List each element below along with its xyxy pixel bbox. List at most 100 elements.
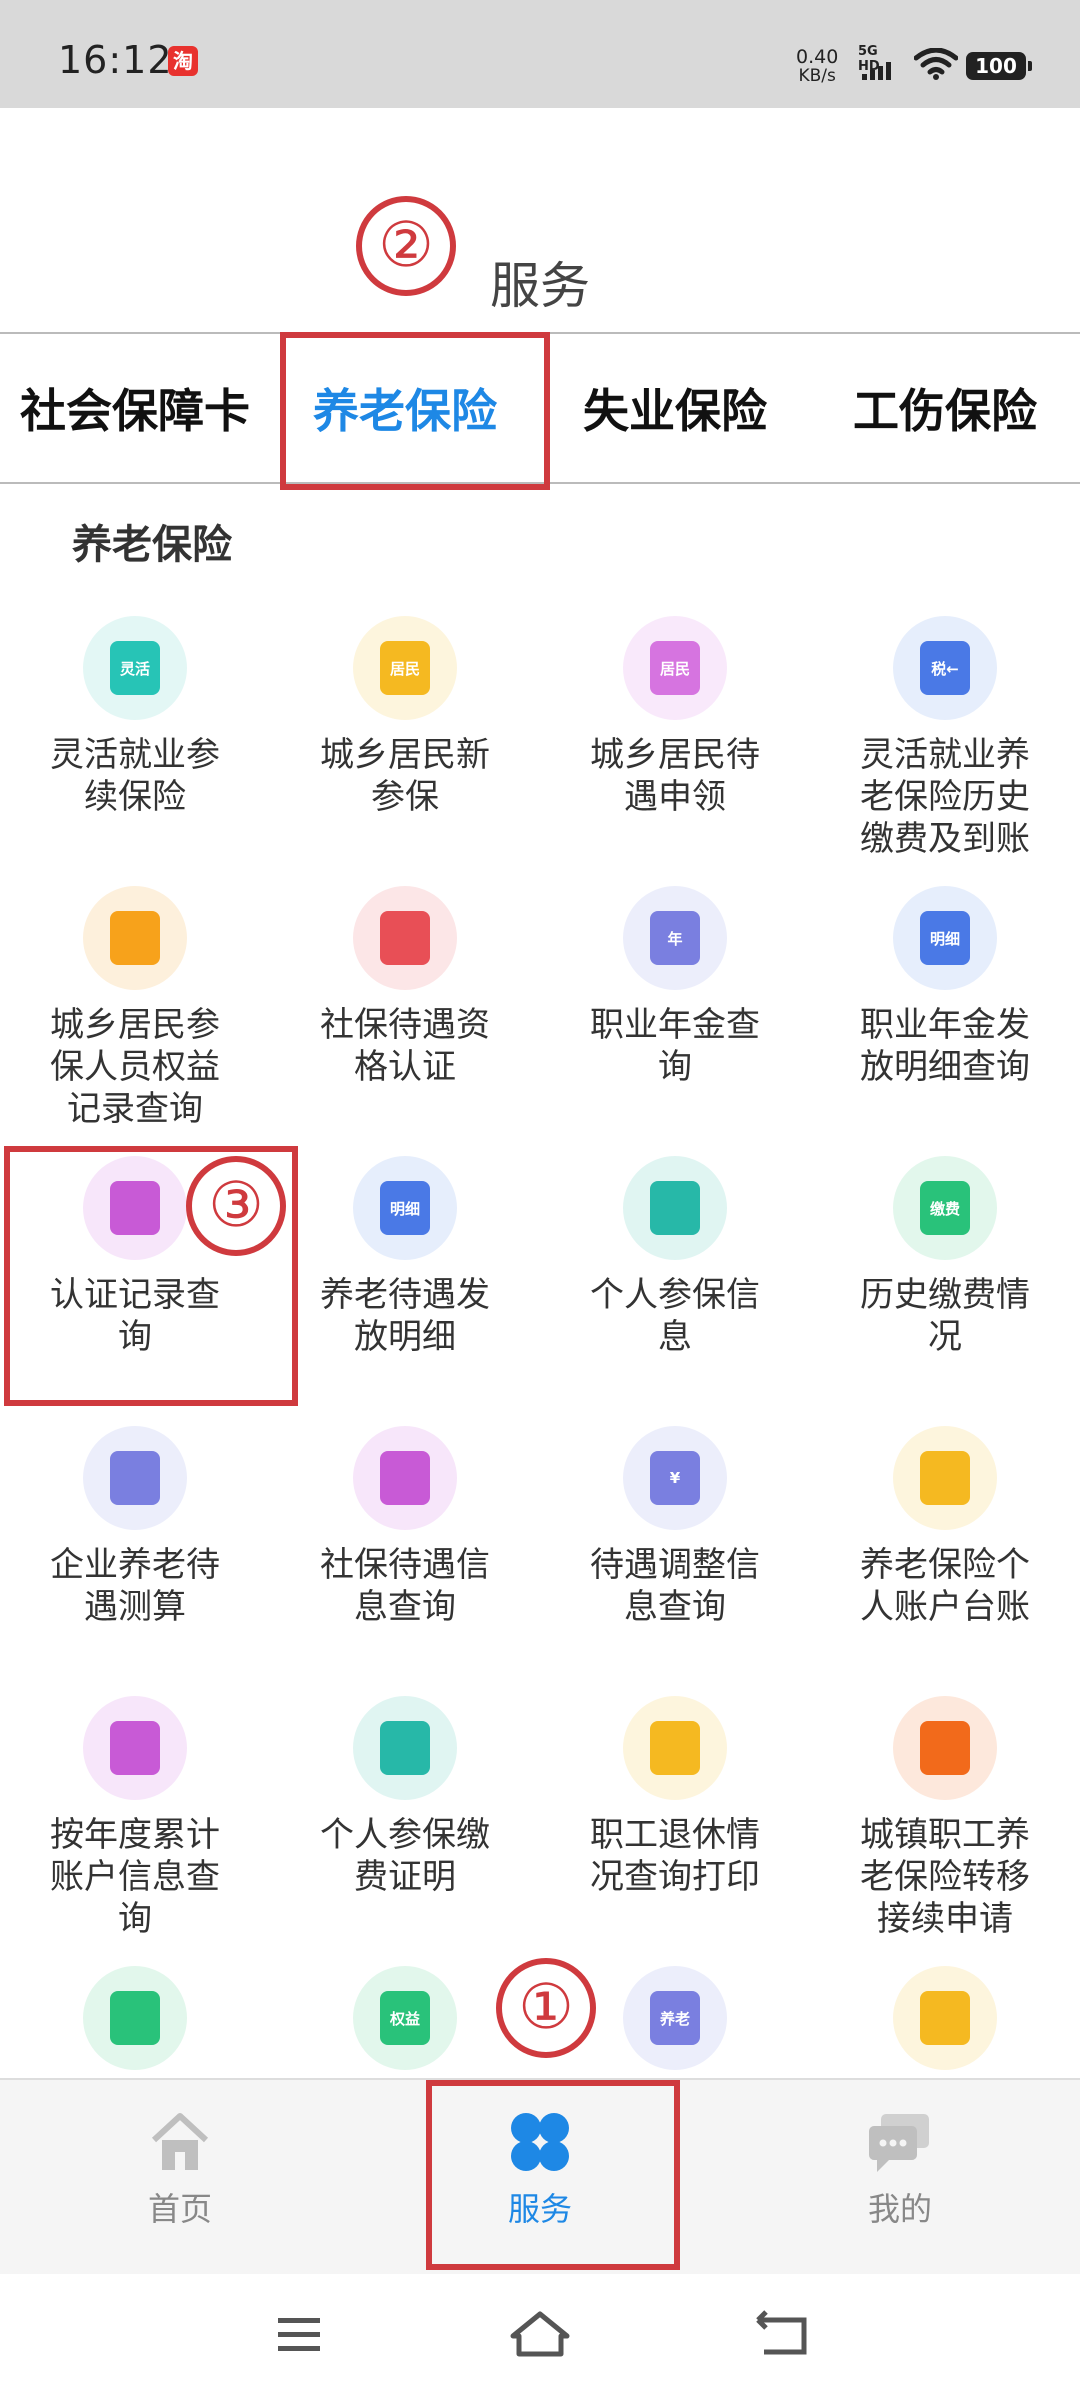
home-icon	[151, 2113, 209, 2170]
chat-bubble-icon	[869, 2114, 929, 2172]
transfer-application-icon	[920, 1721, 970, 1775]
nav-label-mine: 我的	[867, 2190, 932, 2228]
nav-label-home: 首页	[147, 2190, 212, 2228]
service-icon-circle: 明细	[353, 1156, 457, 1260]
service-item-label: 灵活就业参续保险	[50, 735, 220, 817]
section-title: 养老保险	[72, 522, 232, 568]
service-item-label: 企业养老待遇测算	[50, 1545, 220, 1627]
annotation-step-1: ①	[496, 1958, 596, 2058]
service-item[interactable]: 个人参保信息	[540, 1140, 810, 1358]
tab-injury-insurance[interactable]: 工伤保险	[810, 334, 1080, 482]
network-speed-unit: KB/s	[798, 66, 836, 86]
service-item[interactable]: 个人参保缴费证明	[270, 1680, 540, 1898]
service-item-label: 养老保险个人账户台账	[860, 1545, 1030, 1627]
service-icon-circle	[83, 1966, 187, 2070]
service-item-label: 按年度累计账户信息查询	[50, 1815, 220, 1939]
personal-account-ledger-icon	[920, 1451, 970, 1505]
tax-card-icon: 税←	[920, 641, 970, 695]
service-item[interactable]: 灵活灵活就业参续保险	[0, 600, 270, 818]
bookmark-record-icon	[110, 911, 160, 965]
service-item-label: 职工退休情况查询打印	[590, 1815, 760, 1897]
service-item-label: 职业年金查询	[590, 1005, 760, 1087]
service-icon-circle	[83, 886, 187, 990]
service-item-label: 养老待遇发放明细	[320, 1275, 490, 1357]
tab-social-security-card[interactable]: 社会保障卡	[0, 334, 270, 482]
service-icon-circle	[893, 1966, 997, 2070]
rights-print-icon: 权益	[380, 1991, 430, 2045]
status-bar: 16:12 淘 0.40 KB/s 5G HD 100	[0, 0, 1080, 108]
payment-certificate-icon	[380, 1721, 430, 1775]
service-item-label: 待遇调整信息查询	[590, 1545, 760, 1627]
service-item[interactable]: 按年度累计账户信息查询	[0, 1680, 270, 1940]
pension-calculation-icon	[110, 1451, 160, 1505]
annotation-step-2: ②	[356, 196, 456, 296]
service-item[interactable]: 居民 城乡居民新参保	[270, 600, 540, 818]
service-item-label: 城乡居民参保人员权益记录查询	[50, 1005, 220, 1129]
home-button-icon[interactable]	[505, 2304, 575, 2364]
service-item-label: 城乡居民待遇申领	[590, 735, 760, 817]
payment-history-icon: 缴费	[920, 1181, 970, 1235]
service-item[interactable]: 缴费 历史缴费情况	[810, 1140, 1080, 1358]
service-item[interactable]: 职工退休情况查询打印	[540, 1680, 810, 1898]
service-item[interactable]: 企业养老待遇测算	[0, 1410, 270, 1628]
service-item-label: 社保待遇资格认证	[320, 1005, 490, 1087]
partial-transfer-icon	[110, 1991, 160, 2045]
service-icon-circle: 权益	[353, 1966, 457, 2070]
service-item-label: 历史缴费情况	[860, 1275, 1030, 1357]
battery-icon: 100	[966, 52, 1032, 80]
network-speed-value: 0.40	[796, 46, 839, 68]
service-icon-circle	[83, 1696, 187, 1800]
service-icon-circle	[353, 886, 457, 990]
service-item[interactable]: 明细养老待遇发放明细	[270, 1140, 540, 1358]
back-icon[interactable]	[746, 2304, 816, 2364]
pension-forward-icon: 养老	[650, 1991, 700, 2045]
service-item[interactable]: 居民城乡居民待遇申领	[540, 600, 810, 818]
personal-insure-info-icon	[650, 1181, 700, 1235]
service-icon-circle	[623, 1156, 727, 1260]
service-icon-circle: 居民	[623, 616, 727, 720]
service-icon-circle: 年	[623, 886, 727, 990]
resident-benefit-claim-icon: 居民	[650, 641, 700, 695]
service-item-label: 城乡居民新参保	[320, 735, 490, 817]
network-speed: 0.40 KB/s	[796, 48, 838, 86]
system-nav-bar	[0, 2274, 1080, 2400]
service-icon-circle	[83, 1426, 187, 1530]
service-icon-circle: 税←	[893, 616, 997, 720]
annotation-box-pension-tab	[280, 332, 550, 490]
service-item[interactable]: ¥ 待遇调整信息查询	[540, 1410, 810, 1628]
annuity-detail-icon: 明细	[920, 911, 970, 965]
service-item[interactable]	[810, 1950, 1080, 2084]
menu-icon[interactable]	[264, 2304, 334, 2364]
service-item[interactable]: 明细 职业年金发放明细查询	[810, 870, 1080, 1088]
nav-item-home[interactable]: 首页	[0, 2080, 360, 2276]
service-item[interactable]	[0, 1950, 270, 2084]
service-icon-circle: 缴费	[893, 1156, 997, 1260]
service-item[interactable]: 税← 灵活就业养老保险历史缴费及到账	[810, 600, 1080, 860]
service-item[interactable]: 社保待遇信息查询	[270, 1410, 540, 1628]
retirement-query-icon	[650, 1721, 700, 1775]
record-search-icon	[920, 1991, 970, 2045]
status-time: 16:12	[58, 38, 173, 82]
annotation-step-3: ③	[186, 1156, 286, 1256]
service-item[interactable]: 城乡居民参保人员权益记录查询	[0, 870, 270, 1130]
service-icon-circle: 灵活	[83, 616, 187, 720]
service-icon-circle: 养老	[623, 1966, 727, 2070]
service-item[interactable]: 社保待遇资格认证	[270, 870, 540, 1088]
annuity-coins-icon: 年	[650, 911, 700, 965]
page-title: 服务	[490, 257, 590, 315]
service-item[interactable]: 城镇职工养老保险转移接续申请	[810, 1680, 1080, 1940]
nav-item-mine[interactable]: 我的	[720, 2080, 1080, 2276]
service-icon-circle	[353, 1696, 457, 1800]
service-icon-circle: 明细	[893, 886, 997, 990]
service-icon-circle	[623, 1696, 727, 1800]
benefit-adjust-icon: ¥	[650, 1451, 700, 1505]
service-icon-circle	[893, 1696, 997, 1800]
service-icon-circle: ¥	[623, 1426, 727, 1530]
service-icon-circle: 居民	[353, 616, 457, 720]
tab-unemployment-insurance[interactable]: 失业保险	[540, 334, 810, 482]
service-item-label: 灵活就业养老保险历史缴费及到账	[860, 735, 1030, 859]
service-item[interactable]: 年职业年金查询	[540, 870, 810, 1088]
service-item-label: 社保待遇信息查询	[320, 1545, 490, 1627]
service-item[interactable]: 养老保险个人账户台账	[810, 1410, 1080, 1628]
service-item-label: 城镇职工养老保险转移接续申请	[860, 1815, 1030, 1939]
